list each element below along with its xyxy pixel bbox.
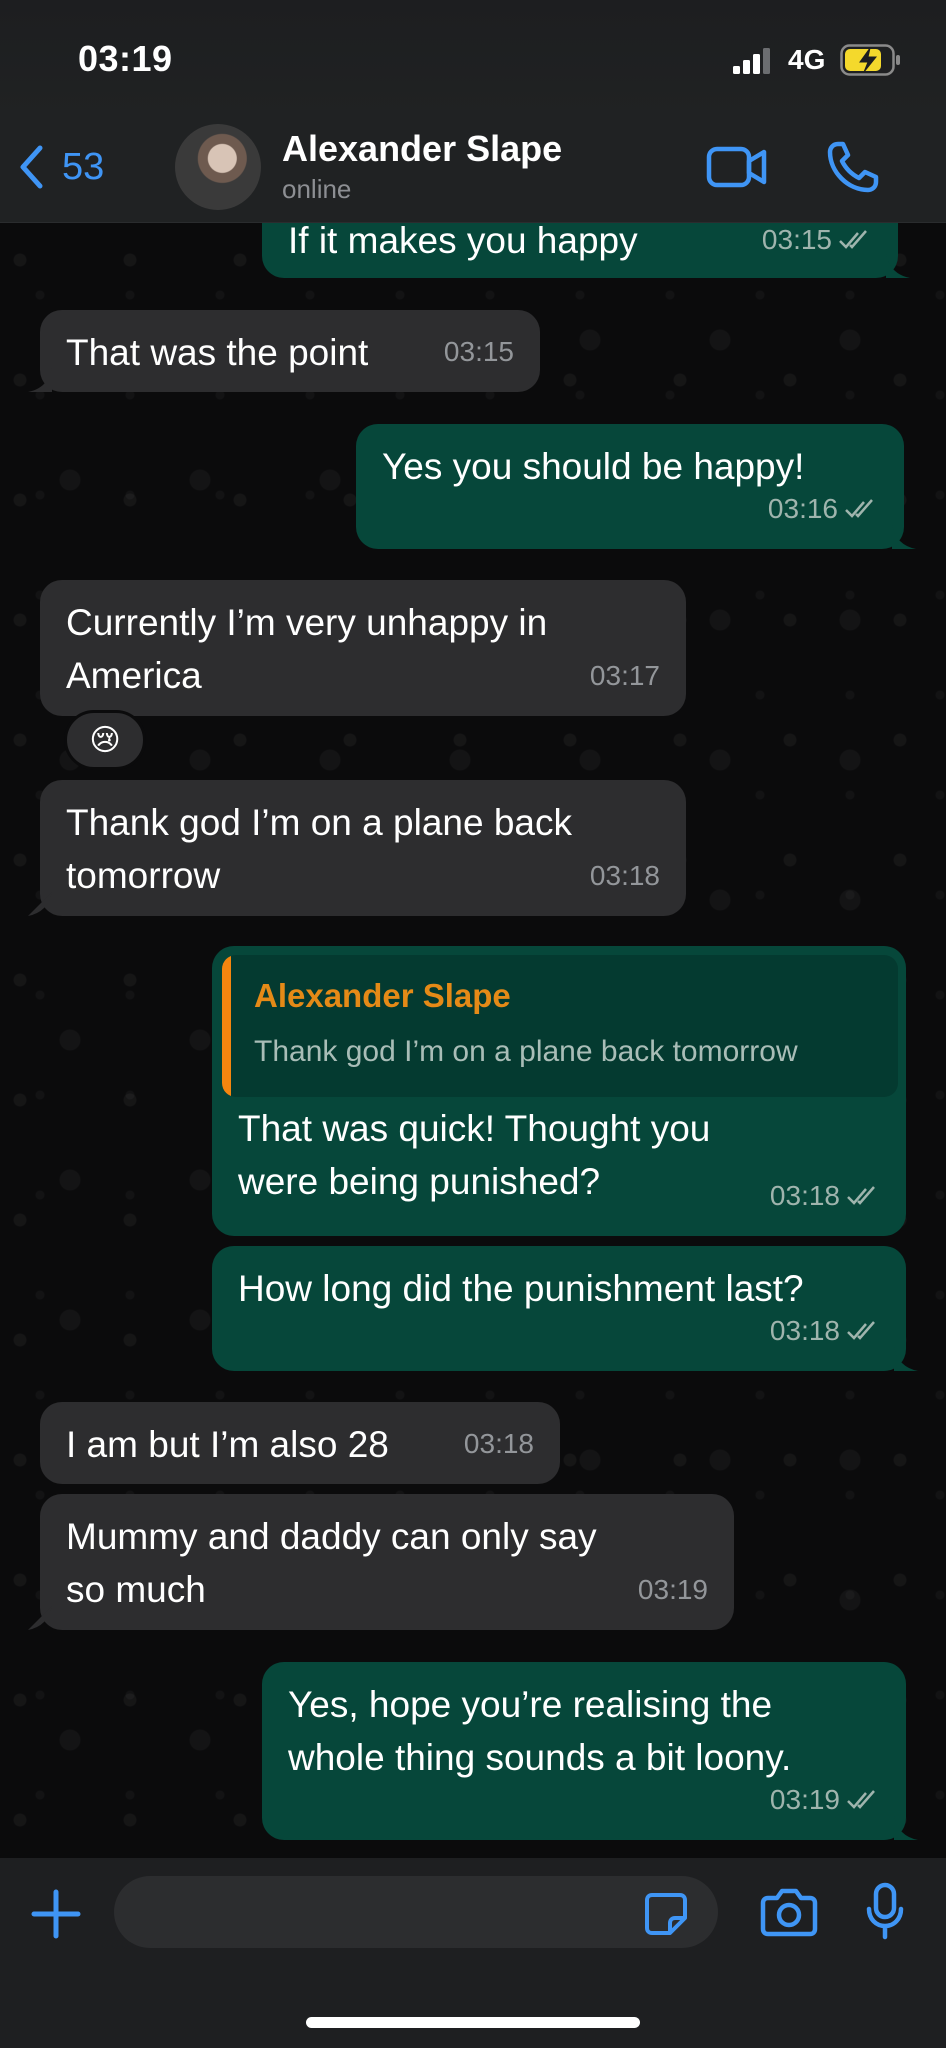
message-text: Yes you should be happy! [382, 446, 805, 487]
message-input[interactable] [114, 1876, 718, 1948]
message-meta: 03:18 [464, 1417, 534, 1470]
message-text: Thank god I’m on a plane back tomorrow [66, 802, 572, 896]
message-time: 03:15 [443, 336, 514, 367]
message-meta: 03:18 [770, 1304, 880, 1357]
bubble-tail [894, 1816, 918, 1840]
message-meta: 03:16 [768, 482, 878, 535]
reply-quote-text: Thank god I’m on a plane back tomorrow [254, 1035, 798, 1068]
message-text: If it makes you happy [288, 220, 638, 261]
message-text: Mummy and daddy can only say so much [66, 1516, 597, 1610]
message-text: Yes, hope you’re realising the whole thi… [288, 1684, 792, 1778]
camera-icon[interactable] [760, 1886, 818, 1938]
plus-icon[interactable] [30, 1888, 82, 1940]
message-bubble-incoming[interactable]: That was the point 03:15 [28, 310, 540, 392]
status-time: 03:19 [78, 38, 173, 79]
message-meta: 03:19 [770, 1773, 880, 1826]
reaction-emoji: 😢 [89, 723, 121, 757]
message-meta: 03:18 [590, 849, 660, 902]
message-bubble-outgoing[interactable]: Yes, hope you’re realising the whole thi… [262, 1662, 918, 1840]
message-bubble-incoming[interactable]: Mummy and daddy can only say so much 03:… [28, 1494, 734, 1630]
network-type: 4G [788, 44, 826, 75]
contact-name[interactable]: Alexander Slape [282, 128, 562, 170]
reply-quote-author: Alexander Slape [254, 977, 511, 1014]
double-check-icon [839, 229, 867, 249]
message-text: I am but I’m also 28 [66, 1424, 389, 1465]
message-time: 03:19 [637, 1574, 708, 1605]
status-bar: 03:19 4G [0, 0, 946, 120]
message-time: 03:17 [589, 660, 660, 691]
message-list[interactable]: If it makes you happy 03:15 That was the… [0, 0, 946, 2048]
battery-charging-icon [840, 44, 900, 76]
back-chevron-icon [20, 145, 43, 189]
video-call-icon[interactable] [706, 144, 768, 190]
reply-quote-bar [222, 955, 231, 1097]
reply-quote[interactable]: Alexander Slape Thank god I’m on a plane… [222, 955, 898, 1097]
double-check-icon [847, 1185, 875, 1205]
bubble-tail [28, 1606, 52, 1630]
sticker-icon[interactable] [644, 1892, 688, 1936]
message-bubble-incoming[interactable]: Currently I’m very unhappy in America 03… [40, 580, 686, 716]
message-bubble-incoming[interactable]: Thank god I’m on a plane back tomorrow 0… [28, 780, 686, 916]
message-text: That was the point [66, 332, 369, 373]
message-time: 03:19 [769, 1784, 840, 1815]
message-bubble-incoming[interactable]: I am but I’m also 28 03:18 [40, 1402, 560, 1484]
message-bubble-outgoing[interactable]: Yes you should be happy! 03:16 [356, 424, 916, 549]
message-text: How long did the punishment last? [238, 1268, 804, 1309]
double-check-icon [847, 1789, 875, 1809]
double-check-icon [847, 1320, 875, 1340]
bubble-tail [28, 892, 52, 916]
message-meta: 03:17 [590, 649, 660, 702]
chat-header: 53 Alexander Slape online [0, 112, 946, 223]
unread-count: 53 [62, 145, 105, 188]
home-indicator[interactable] [306, 2017, 640, 2028]
bubble-tail [892, 525, 916, 549]
bubble-tail [894, 1347, 918, 1371]
message-time: 03:18 [769, 1180, 840, 1211]
message-meta: 03:15 [444, 325, 514, 378]
message-text: Currently I’m very unhappy in America [66, 602, 548, 696]
bubble-tail [886, 254, 910, 278]
message-meta: 03:18 [770, 1169, 880, 1222]
message-time: 03:16 [767, 493, 838, 524]
message-time: 03:18 [769, 1315, 840, 1346]
microphone-icon[interactable] [866, 1882, 904, 1940]
message-meta: 03:19 [638, 1563, 708, 1616]
back-button[interactable]: 53 [18, 142, 104, 192]
contact-status: online [282, 174, 352, 204]
message-reaction[interactable]: 😢 [64, 710, 146, 770]
bubble-tail [28, 368, 52, 392]
signal-icon [733, 48, 770, 74]
message-composer [0, 1858, 946, 2048]
phone-icon[interactable] [826, 140, 880, 194]
message-bubble-outgoing[interactable]: How long did the punishment last? 03:18 [212, 1246, 918, 1371]
message-time: 03:18 [589, 860, 660, 891]
contact-avatar[interactable] [175, 124, 261, 210]
message-time: 03:18 [463, 1428, 534, 1459]
message-text: That was quick! Thought you were being p… [238, 1108, 711, 1202]
double-check-icon [845, 498, 873, 518]
